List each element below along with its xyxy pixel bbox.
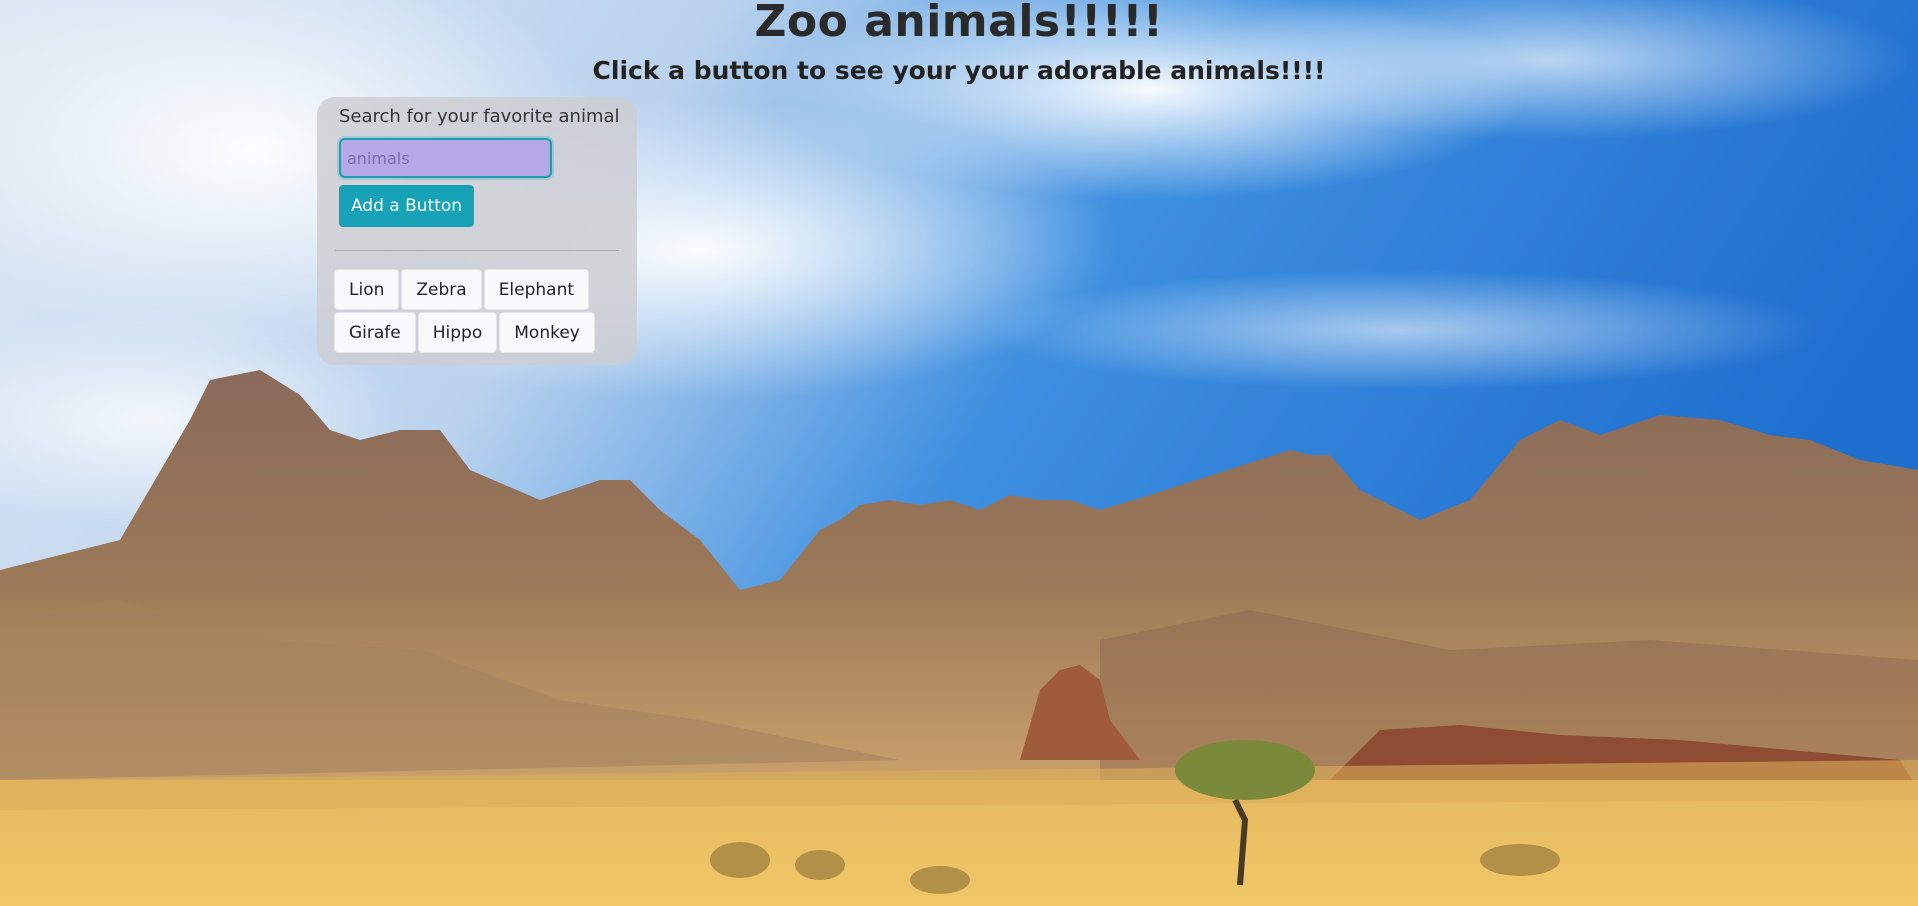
animal-button-hippo[interactable]: Hippo xyxy=(417,312,498,353)
search-panel: Search for your favorite animal Add a Bu… xyxy=(317,97,637,365)
add-button[interactable]: Add a Button xyxy=(339,185,474,227)
animal-button-girafe[interactable]: Girafe xyxy=(334,312,416,353)
animal-button-zebra[interactable]: Zebra xyxy=(401,269,482,310)
search-label: Search for your favorite animal xyxy=(339,106,620,127)
divider xyxy=(335,250,619,251)
search-input[interactable] xyxy=(339,138,552,178)
animal-button-row: Girafe Hippo Monkey xyxy=(334,312,624,353)
page-subtitle: Click a button to see your your adorable… xyxy=(592,56,1326,85)
landscape-image xyxy=(0,0,1918,906)
animal-button-row: Lion Zebra Elephant xyxy=(334,269,624,310)
animal-button-grid: Lion Zebra Elephant Girafe Hippo Monkey xyxy=(334,269,624,355)
background-landscape xyxy=(0,0,1918,906)
animal-button-lion[interactable]: Lion xyxy=(334,269,400,310)
page-title: Zoo animals!!!!! xyxy=(754,0,1164,47)
animal-button-monkey[interactable]: Monkey xyxy=(499,312,595,353)
animal-button-elephant[interactable]: Elephant xyxy=(483,269,590,310)
